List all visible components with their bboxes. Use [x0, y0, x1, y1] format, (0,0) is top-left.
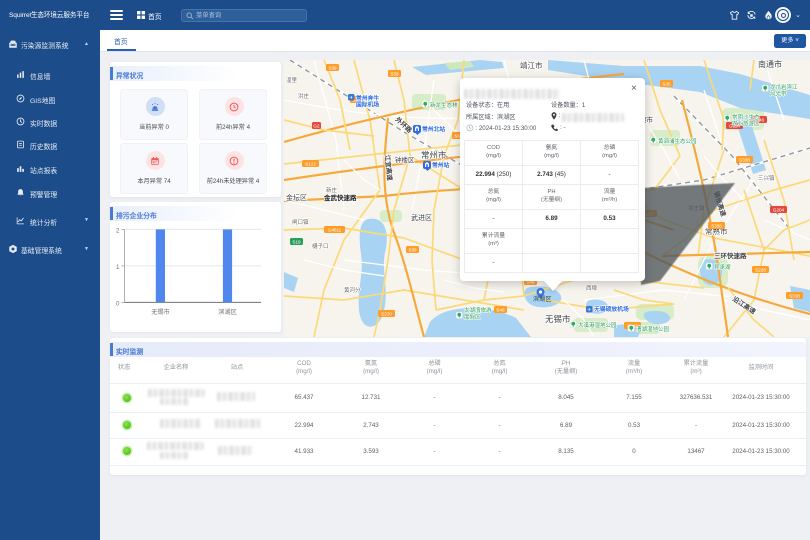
svg-text:武进区: 武进区 — [411, 213, 432, 222]
svg-text:常州奔牛: 常州奔牛 — [356, 94, 379, 102]
svg-text:S39: S39 — [408, 247, 417, 252]
svg-text:新庄: 新庄 — [326, 186, 338, 194]
svg-text:三环快速路: 三环快速路 — [714, 251, 747, 260]
svg-text:靖江市: 靖江市 — [520, 60, 543, 70]
svg-text:昆承湖: 昆承湖 — [714, 263, 731, 271]
svg-text:S338: S338 — [739, 157, 750, 162]
svg-text:无锡硕放机场: 无锡硕放机场 — [593, 305, 629, 313]
svg-text:新龙生态林: 新龙生态林 — [430, 101, 458, 109]
svg-text:✈: ✈ — [349, 95, 353, 100]
svg-text:钟楼区: 钟楼区 — [395, 155, 415, 164]
svg-text:大溪港湿地公园: 大溪港湿地公园 — [578, 321, 617, 329]
svg-text:S39: S39 — [328, 65, 337, 70]
svg-text:西埠: 西埠 — [586, 284, 598, 292]
svg-text:✈: ✈ — [587, 307, 591, 312]
svg-text:0: 0 — [116, 300, 120, 307]
svg-text:农业旅游区: 农业旅游区 — [732, 120, 760, 128]
svg-text:樋子口: 樋子口 — [312, 242, 329, 250]
svg-text:国际机场: 国际机场 — [356, 101, 379, 109]
svg-text:S230: S230 — [381, 311, 392, 316]
svg-text:金坛区: 金坛区 — [286, 193, 307, 202]
svg-text:G4011: G4011 — [328, 227, 342, 232]
svg-text:常阴沙生态: 常阴沙生态 — [732, 113, 760, 121]
svg-text:黄泗浦生态公园: 黄泗浦生态公园 — [658, 137, 697, 145]
svg-text:三兴镇: 三兴镇 — [758, 174, 775, 182]
svg-text:漕湖湿地公园: 漕湖湿地公园 — [636, 325, 670, 333]
svg-text:闸口镇: 闸口镇 — [292, 218, 309, 226]
svg-text:常州市: 常州市 — [421, 150, 447, 160]
svg-text:2: 2 — [116, 227, 120, 234]
svg-text:S338: S338 — [789, 293, 800, 298]
svg-text:S19: S19 — [292, 239, 301, 244]
svg-text:S122: S122 — [305, 161, 316, 166]
svg-text:金武快速路: 金武快速路 — [323, 193, 357, 202]
svg-text:无锡市: 无锡市 — [545, 314, 571, 324]
svg-text:太湖湾旅游: 太湖湾旅游 — [464, 306, 492, 314]
svg-text:洪庄: 洪庄 — [298, 92, 310, 100]
svg-text:S358: S358 — [711, 223, 722, 228]
svg-text:滨湖区: 滨湖区 — [533, 295, 552, 303]
svg-text:度假区: 度假区 — [464, 313, 481, 321]
svg-text:湟里: 湟里 — [286, 76, 298, 84]
svg-text:常州站: 常州站 — [432, 161, 450, 169]
svg-text:风光带: 风光带 — [770, 90, 787, 98]
svg-text:1: 1 — [116, 264, 120, 271]
svg-text:S228: S228 — [755, 267, 766, 272]
svg-text:南通市: 南通市 — [758, 60, 782, 69]
svg-text:常州北站: 常州北站 — [422, 125, 445, 133]
svg-text:G204: G204 — [773, 207, 785, 212]
svg-text:G2: G2 — [313, 123, 320, 128]
svg-text:S48: S48 — [496, 307, 505, 312]
svg-text:S58: S58 — [390, 71, 399, 76]
svg-text:龙爪岩滨江: 龙爪岩滨江 — [770, 83, 798, 91]
svg-text:S35: S35 — [662, 81, 671, 86]
svg-text:黄河分: 黄河分 — [344, 286, 361, 294]
